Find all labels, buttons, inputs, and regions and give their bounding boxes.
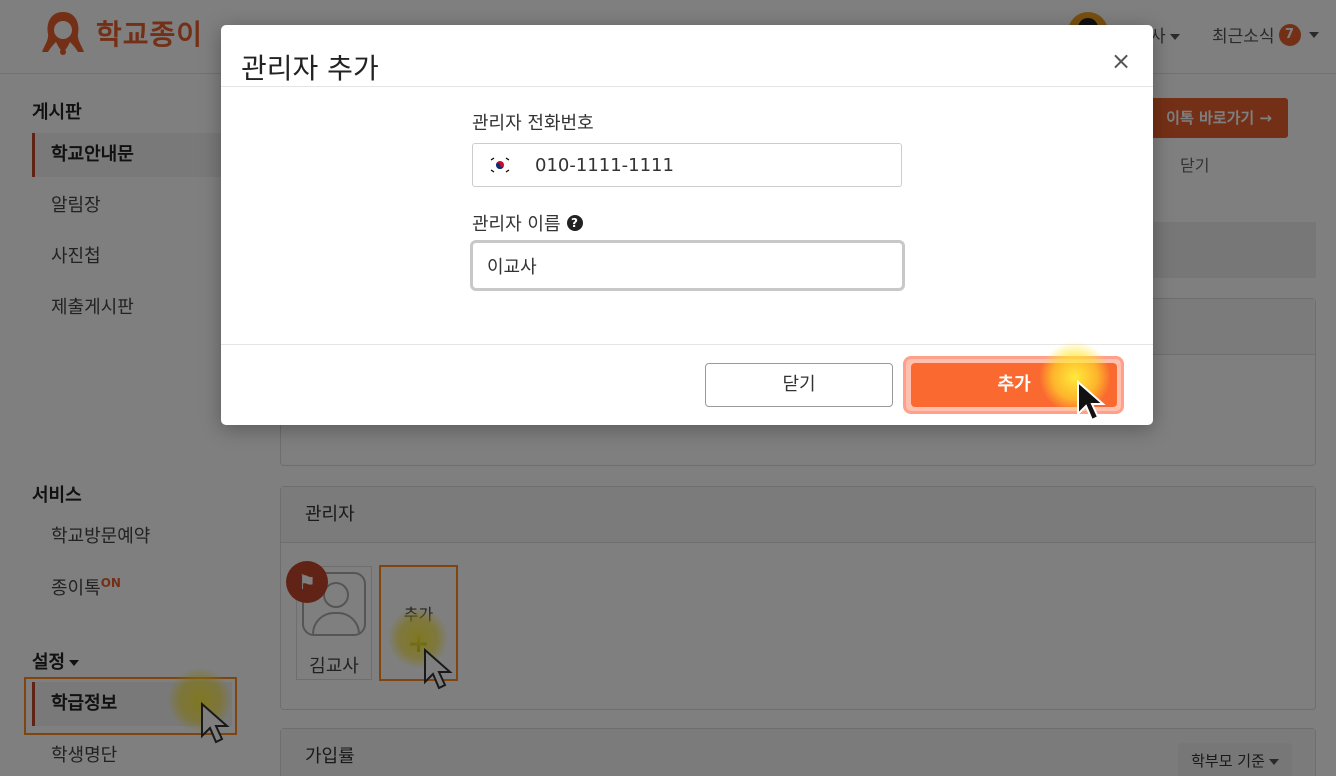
close-icon[interactable]: × (1109, 49, 1133, 73)
korea-flag-icon[interactable] (489, 157, 511, 173)
modal-header-divider (221, 86, 1153, 87)
help-icon[interactable]: ? (566, 215, 583, 231)
phone-input[interactable]: 010-1111-1111 (472, 143, 902, 187)
name-label: 관리자 이름 ? (472, 210, 583, 236)
modal-title: 관리자 추가 (241, 52, 379, 85)
add-admin-modal: 관리자 추가 × 관리자 전화번호 010-1111-1111 관리자 이름 ?… (221, 25, 1153, 425)
phone-label: 관리자 전화번호 (472, 113, 594, 134)
cursor-icon (1077, 380, 1106, 422)
close-button[interactable]: 닫기 (705, 363, 893, 407)
phone-value: 010-1111-1111 (535, 154, 674, 176)
modal-footer-divider (221, 344, 1153, 345)
name-label-text: 관리자 이름 (472, 214, 561, 235)
name-input[interactable] (470, 240, 905, 291)
